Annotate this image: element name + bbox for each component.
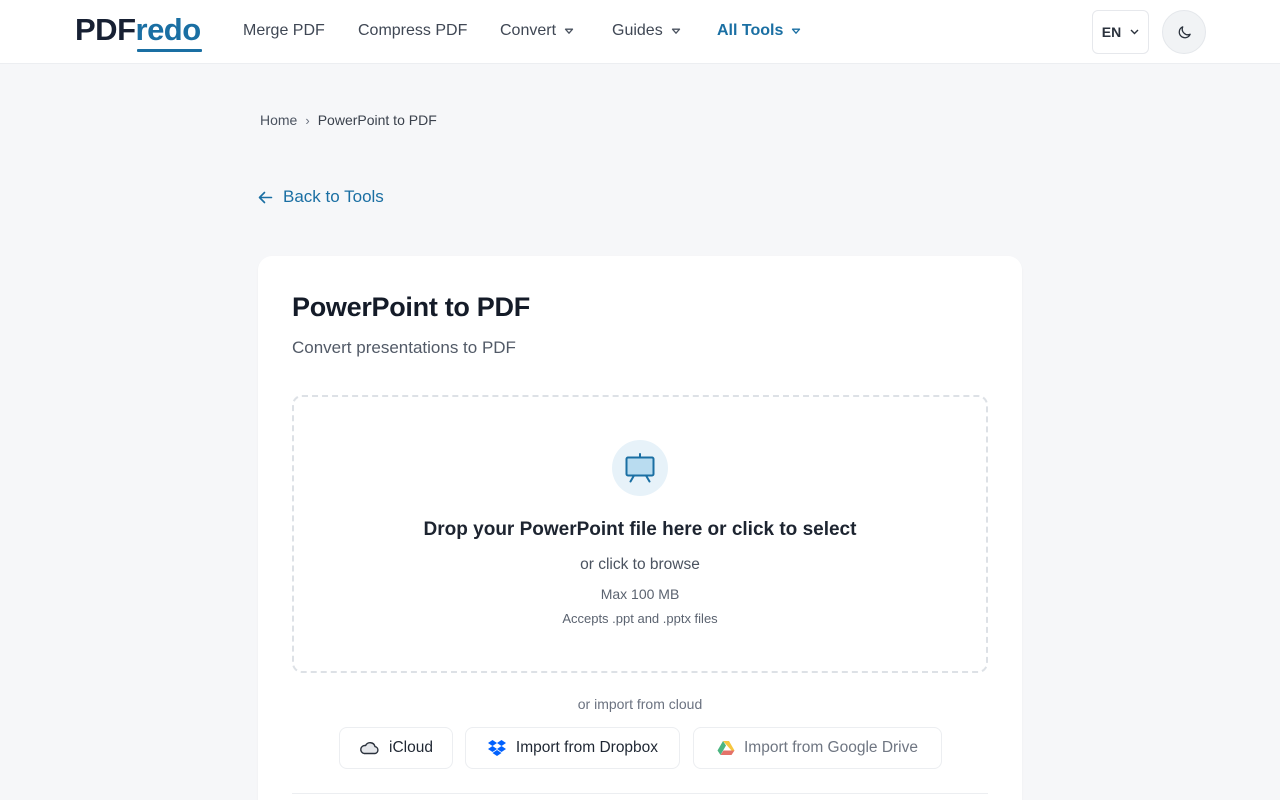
- nav-convert-label: Convert: [500, 22, 557, 39]
- back-to-tools-link[interactable]: Back to Tools: [258, 186, 384, 208]
- icloud-import-label: iCloud: [389, 739, 433, 756]
- moon-icon: [1178, 25, 1191, 38]
- dropbox-import-button[interactable]: Import from Dropbox: [465, 727, 680, 769]
- google-drive-icon: [717, 741, 735, 755]
- card-divider: [292, 793, 988, 794]
- cloud-import-caption: or import from cloud: [577, 696, 703, 712]
- theme-toggle-button[interactable]: [1162, 10, 1206, 54]
- arrow-left-icon: [258, 191, 273, 203]
- language-label: EN: [1101, 24, 1122, 40]
- google-drive-import-label: Import from Google Drive: [744, 739, 918, 756]
- nav-compress-pdf[interactable]: Compress PDF: [358, 20, 467, 42]
- dropzone-browse-hint: or click to browse: [580, 556, 700, 573]
- caret-down-icon: [564, 28, 574, 34]
- dropzone-max-size: Max 100 MB: [600, 586, 680, 602]
- nav-merge-pdf-label: Merge PDF: [243, 22, 325, 39]
- site-logo[interactable]: PDFredo: [75, 12, 201, 48]
- logo-text-redo: redo: [135, 12, 202, 47]
- breadcrumb-current: PowerPoint to PDF: [317, 112, 437, 128]
- logo-text-pdf: PDF: [75, 12, 136, 47]
- breadcrumb: Home › PowerPoint to PDF: [260, 111, 437, 129]
- dropbox-icon: [487, 740, 506, 756]
- caret-down-icon: [792, 28, 801, 34]
- language-selector[interactable]: EN: [1092, 10, 1149, 54]
- page-subtitle: Convert presentations to PDF: [292, 338, 516, 357]
- tool-card: PowerPoint to PDF Convert presentations …: [258, 256, 1022, 800]
- google-drive-import-button[interactable]: Import from Google Drive: [693, 727, 942, 769]
- breadcrumb-home-link[interactable]: Home: [260, 112, 297, 128]
- page-title: PowerPoint to PDF: [292, 292, 530, 322]
- back-to-tools-label: Back to Tools: [283, 187, 384, 206]
- nav-convert-dropdown[interactable]: Convert: [500, 20, 574, 42]
- dropzone-title: Drop your PowerPoint file here or click …: [423, 519, 857, 540]
- file-dropzone[interactable]: Drop your PowerPoint file here or click …: [292, 395, 988, 673]
- presentation-icon: [625, 453, 655, 483]
- nav-all-tools-dropdown[interactable]: All Tools: [717, 20, 801, 42]
- nav-merge-pdf[interactable]: Merge PDF: [243, 20, 325, 42]
- top-navbar: PDFredo Merge PDF Compress PDF Convert G…: [0, 0, 1280, 64]
- nav-compress-pdf-label: Compress PDF: [358, 22, 468, 39]
- cloud-icon: [360, 742, 379, 755]
- caret-down-icon: [671, 28, 680, 34]
- nav-guides-label: Guides: [612, 22, 663, 39]
- nav-all-tools-label: All Tools: [717, 22, 784, 39]
- breadcrumb-separator: ›: [305, 112, 310, 128]
- nav-guides-dropdown[interactable]: Guides: [612, 20, 681, 42]
- chevron-down-icon: [1130, 29, 1139, 35]
- dropzone-accepted-types: Accepts .ppt and .pptx files: [562, 611, 718, 626]
- dropzone-icon-badge: [612, 440, 668, 496]
- icloud-import-button[interactable]: iCloud: [339, 727, 453, 769]
- dropbox-import-label: Import from Dropbox: [515, 739, 659, 756]
